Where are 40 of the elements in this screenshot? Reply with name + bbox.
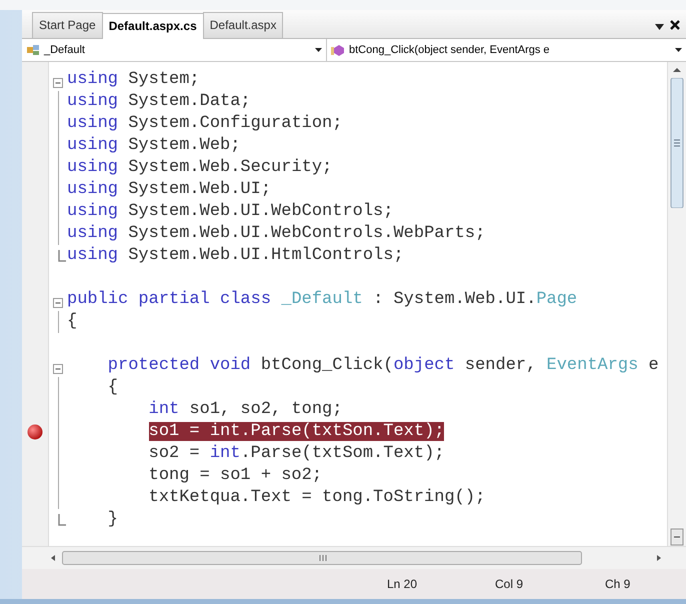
code-line: { — [106, 377, 118, 399]
method-icon — [331, 44, 345, 56]
code-line: { — [67, 311, 78, 333]
column-indicator: Col 9 — [495, 577, 524, 591]
document-tab[interactable]: Default.aspx.cs — [102, 13, 204, 39]
code-line: tong = so1 + so2; — [148, 465, 322, 487]
line-number-indicator: Ln 20 — [387, 577, 418, 591]
close-icon[interactable] — [670, 20, 680, 30]
collapse-icon[interactable] — [53, 364, 63, 374]
split-button-icon — [670, 528, 684, 546]
code-line: } — [106, 509, 118, 531]
scrollbar-thumb-icon — [62, 551, 582, 565]
code-line: so2 = int.Parse(txtSom.Text); — [148, 443, 444, 465]
class-dropdown[interactable]: _Default — [22, 39, 327, 61]
code-line: using System.Web.UI.HtmlControls; — [67, 245, 404, 267]
code-line: txtKetqua.Text = tong.ToString(); — [148, 487, 486, 509]
code-line: protected void btCong_Click(object sender, EventArgs e — [106, 355, 659, 377]
code-line: using System.Configuration; — [67, 113, 342, 135]
code-line: using System.Web.Security; — [67, 157, 332, 179]
character-indicator: Ch 9 — [605, 577, 630, 591]
scrollbar-thumb-icon — [670, 78, 684, 208]
code-line: using System.Web; — [67, 135, 240, 157]
document-tab[interactable]: Start Page — [32, 12, 103, 38]
code-line: using System.Web.UI; — [67, 179, 272, 201]
collapse-icon[interactable] — [53, 298, 63, 308]
dropdown-arrow-icon — [315, 48, 322, 52]
code-line: using System.Web.UI.WebControls.WebParts; — [67, 223, 486, 245]
dropdown-arrow-icon[interactable] — [655, 24, 664, 30]
code-line: int so1, so2, tong; — [148, 399, 342, 421]
member-dropdown[interactable]: btCong_Click(object sender, EventArgs e — [327, 39, 686, 61]
dropdown-arrow-icon — [675, 48, 682, 52]
code-line: public partial class _Default : System.Web.UI.Page — [67, 289, 578, 311]
document-tab[interactable]: Default.aspx — [202, 12, 284, 38]
class-icon — [26, 44, 40, 56]
collapse-icon[interactable] — [53, 78, 63, 88]
horizontal-scrollbar[interactable] — [22, 546, 686, 569]
vertical-scrollbar[interactable] — [667, 62, 686, 546]
code-line: using System; — [67, 69, 200, 91]
code-line: using System.Data; — [67, 91, 251, 113]
code-line: using System.Web.UI.WebControls; — [67, 201, 394, 223]
